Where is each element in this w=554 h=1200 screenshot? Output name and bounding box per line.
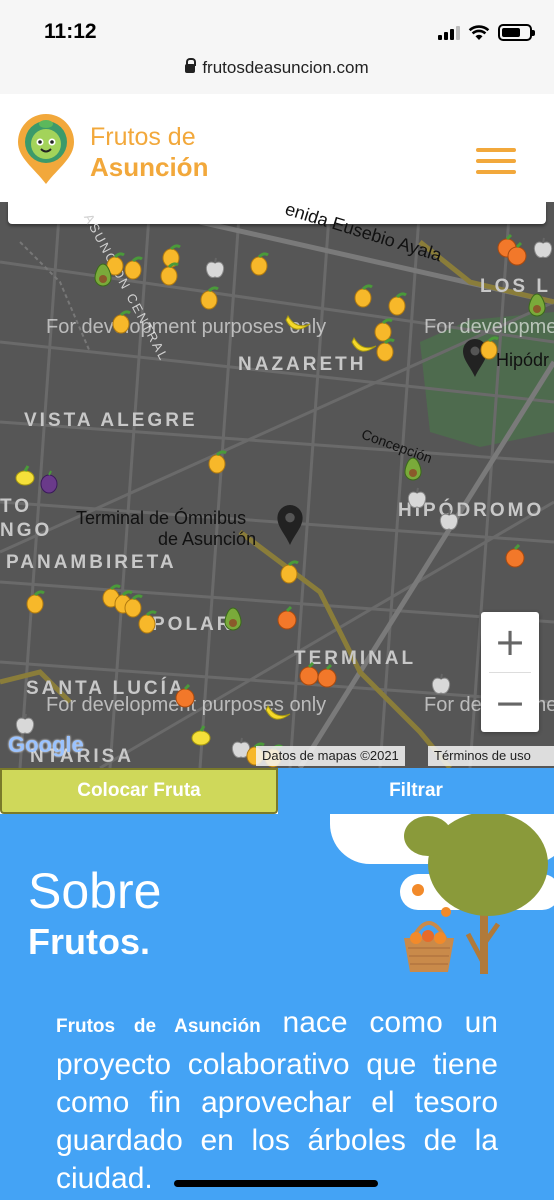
menu-bar-icon	[476, 148, 516, 152]
url-text: frutosdeasuncion.com	[202, 58, 369, 77]
banana-marker-icon[interactable]	[284, 314, 312, 341]
mango-marker-icon[interactable]	[158, 262, 180, 291]
apple-marker-icon[interactable]	[204, 256, 226, 285]
url-bar[interactable]: frutosdeasuncion.com	[0, 58, 554, 78]
mango-marker-icon[interactable]	[352, 284, 374, 313]
menu-bar-icon	[476, 159, 516, 163]
map-attribution[interactable]: Datos de mapas ©2021	[256, 746, 405, 766]
lemon-marker-icon[interactable]	[190, 724, 212, 753]
place-label: Terminal de Ómnibus	[76, 508, 247, 528]
wifi-icon	[468, 24, 490, 40]
avocado-marker-icon[interactable]	[526, 292, 548, 323]
apple-marker-icon[interactable]	[438, 508, 460, 537]
mango-marker-icon[interactable]	[122, 256, 144, 285]
zoom-out-button[interactable]: −	[481, 673, 539, 732]
menu-bar-icon	[476, 170, 516, 174]
status-time: 11:12	[44, 20, 97, 43]
tree-illustration-icon	[404, 814, 548, 974]
place-fruit-button[interactable]: Colocar Fruta	[0, 768, 278, 814]
menu-button[interactable]	[476, 148, 516, 176]
orange-marker-icon[interactable]	[504, 543, 526, 573]
logo-icon[interactable]	[16, 112, 76, 186]
apple-marker-icon[interactable]	[532, 236, 554, 265]
home-indicator	[174, 1180, 378, 1187]
area-label: NAZARETH	[238, 354, 367, 375]
mango-marker-icon[interactable]	[386, 292, 408, 321]
mango-marker-icon[interactable]	[24, 590, 46, 619]
about-subtitle: Frutos.	[28, 921, 150, 962]
map[interactable]: enida Eusebio Ayala ASUNCION CENTRAL LOS…	[0, 202, 554, 768]
action-buttons: Colocar Fruta Filtrar	[0, 768, 554, 814]
mango-marker-icon[interactable]	[374, 338, 396, 367]
orange-marker-icon[interactable]	[506, 241, 528, 271]
about-section: Sobre Frutos. Frutos de Asunción nace co…	[0, 814, 554, 1200]
orange-marker-icon[interactable]	[316, 663, 338, 693]
area-label: TO	[0, 496, 33, 517]
zoom-in-button[interactable]: +	[481, 612, 539, 671]
lock-icon	[185, 58, 197, 73]
mango-marker-icon[interactable]	[278, 560, 300, 589]
lemon-marker-icon[interactable]	[14, 464, 36, 493]
area-label: PANAMBIRETA	[6, 552, 177, 573]
google-logo[interactable]: Google	[8, 732, 84, 758]
area-label: VISTA ALEGRE	[24, 410, 198, 431]
about-body-emphasis: Frutos de Asunción	[56, 1016, 261, 1037]
zoom-control: + −	[481, 612, 539, 732]
brand-name[interactable]: Frutos de Asunción	[90, 122, 208, 182]
apple-marker-icon[interactable]	[430, 672, 452, 701]
filter-button[interactable]: Filtrar	[278, 768, 554, 814]
area-label: NGO	[0, 520, 53, 541]
mango-marker-icon[interactable]	[248, 252, 270, 281]
avocado-marker-icon[interactable]	[222, 606, 244, 637]
orange-marker-icon[interactable]	[276, 605, 298, 635]
terms-link[interactable]: Términos de uso	[428, 746, 554, 766]
brand-line-1: Frutos de	[90, 123, 196, 151]
place-label: de Asunción	[158, 529, 257, 549]
mango-marker-icon[interactable]	[136, 610, 158, 639]
signal-icon	[438, 25, 460, 40]
avocado-marker-icon[interactable]	[402, 456, 424, 487]
plum-marker-icon[interactable]	[38, 470, 60, 499]
mango-marker-icon[interactable]	[198, 286, 220, 315]
place-pin-icon[interactable]	[276, 504, 304, 546]
about-title: Sobre	[28, 863, 162, 919]
site-header: Frutos de Asunción	[0, 94, 554, 202]
mango-marker-icon[interactable]	[110, 310, 132, 339]
status-icons	[438, 24, 535, 41]
orange-marker-icon[interactable]	[174, 683, 196, 713]
mango-marker-icon[interactable]	[206, 450, 228, 479]
avocado-marker-icon[interactable]	[92, 262, 114, 293]
mango-marker-icon[interactable]	[478, 336, 500, 365]
brand-line-2: Asunción	[90, 152, 209, 182]
banana-marker-icon[interactable]	[264, 704, 292, 731]
status-bar: 11:12 frutosdeasuncion.com	[0, 0, 554, 94]
about-body: Frutos de Asunción nace como un proyecto…	[56, 1004, 498, 1198]
place-label: Hipódr	[496, 350, 550, 370]
apple-marker-icon[interactable]	[406, 486, 428, 515]
battery-icon	[498, 24, 535, 41]
